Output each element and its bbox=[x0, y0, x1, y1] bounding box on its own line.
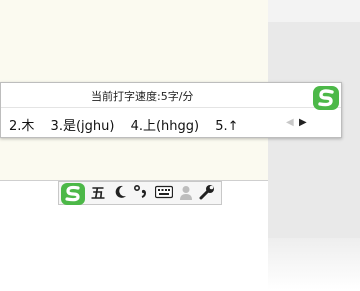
input-mode-button[interactable]: 五 bbox=[91, 183, 105, 203]
half-width-moon-icon[interactable] bbox=[114, 184, 128, 200]
typing-speed-label: 当前打字速度:5字/分 bbox=[91, 90, 194, 103]
candidate-4[interactable]: 4.上(hhgg) bbox=[131, 119, 200, 134]
candidate-list: 2.木 3.是(jghu) 4.上(hhgg) 5.↑ bbox=[9, 115, 251, 134]
prev-page-icon[interactable]: ◀ bbox=[286, 117, 294, 128]
chinese-punctuation-icon[interactable] bbox=[133, 182, 149, 200]
sogou-logo-icon[interactable] bbox=[312, 85, 340, 111]
settings-wrench-icon[interactable] bbox=[199, 184, 215, 200]
candidate-2[interactable]: 2.木 bbox=[9, 119, 34, 134]
user-icon[interactable] bbox=[179, 185, 193, 201]
ime-status-toolbar: 五 bbox=[58, 181, 222, 205]
candidate-3[interactable]: 3.是(jghu) bbox=[51, 119, 115, 134]
ime-status-row: 当前打字速度:5字/分 bbox=[1, 83, 341, 108]
sogou-logo-icon[interactable] bbox=[60, 182, 86, 206]
candidate-5[interactable]: 5.↑ bbox=[215, 119, 238, 134]
soft-keyboard-icon[interactable] bbox=[155, 185, 173, 199]
side-panel-header bbox=[268, 0, 360, 22]
ime-candidate-window: 当前打字速度:5字/分 2.木 3.是(jghu) 4.上(hhgg) 5.↑ … bbox=[0, 82, 342, 138]
next-page-icon[interactable]: ▶ bbox=[299, 117, 307, 128]
side-panel-fade bbox=[268, 238, 360, 290]
